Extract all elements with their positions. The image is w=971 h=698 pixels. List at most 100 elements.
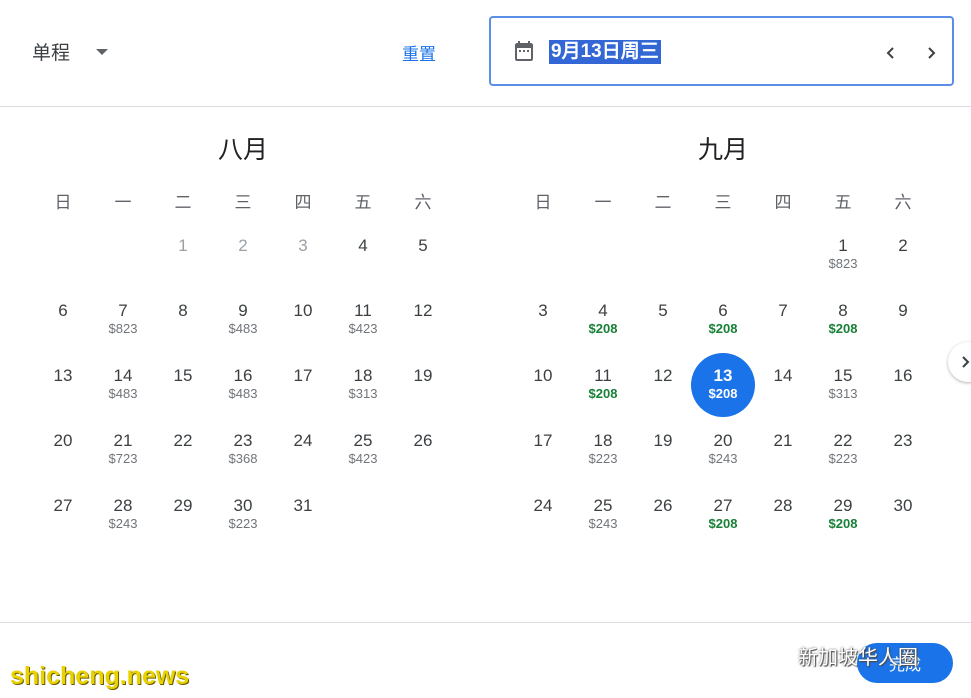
day-cell[interactable]: 27 $208: [693, 484, 753, 549]
day-cell[interactable]: 23 $368: [213, 419, 273, 484]
day-cell[interactable]: 18 $313: [333, 354, 393, 419]
day-cell[interactable]: 29: [153, 484, 213, 549]
day-cell[interactable]: 5: [633, 289, 693, 354]
day-cell[interactable]: 28: [753, 484, 813, 549]
day-number: 17: [533, 431, 553, 450]
weekday-label: 二: [174, 193, 192, 212]
day-cell[interactable]: 9: [873, 289, 933, 354]
day-cell[interactable]: 4 $208: [573, 289, 633, 354]
day-cell[interactable]: 19: [393, 354, 453, 419]
selected-date-text[interactable]: 9月13日周三: [549, 40, 661, 64]
day-number: 15: [833, 366, 853, 385]
empty-day-cell: [513, 224, 573, 289]
weekday-label: 五: [834, 193, 852, 212]
day-cell[interactable]: 15: [153, 354, 213, 419]
day-cell[interactable]: 19: [633, 419, 693, 484]
day-cell[interactable]: 27: [33, 484, 93, 549]
day-cell[interactable]: 10: [513, 354, 573, 419]
day-number: 10: [293, 301, 313, 320]
day-cell[interactable]: 21: [753, 419, 813, 484]
day-cell[interactable]: 21 $723: [93, 419, 153, 484]
day-cell[interactable]: 6 $208: [693, 289, 753, 354]
day-cell[interactable]: 15 $313: [813, 354, 873, 419]
day-number: 24: [293, 431, 313, 450]
day-cell[interactable]: 7 $823: [93, 289, 153, 354]
month-september: 九月 日 一 二 三 四 五 六 1 $823 2 3 4 $208 5 6 $208 7 8 $20…: [513, 130, 933, 549]
day-cell[interactable]: 17: [273, 354, 333, 419]
day-cell[interactable]: 11 $423: [333, 289, 393, 354]
day-cell[interactable]: 7: [753, 289, 813, 354]
chevron-left-icon: [886, 47, 894, 59]
trip-type-dropdown[interactable]: 单程: [32, 38, 109, 65]
day-cell[interactable]: 28 $243: [93, 484, 153, 549]
day-cell[interactable]: 18 $223: [573, 419, 633, 484]
day-cell[interactable]: 1 $823: [813, 224, 873, 289]
day-cell[interactable]: 31: [273, 484, 333, 549]
day-grid: 1 2 3 4 5 6 7 $823 8 9 $483 10 11 $423 12 13 14 $483 15 16 $…: [33, 224, 453, 549]
day-number: 23: [893, 431, 913, 450]
day-cell[interactable]: 10: [273, 289, 333, 354]
trip-type-label: 单程: [32, 43, 71, 64]
day-cell[interactable]: 14: [753, 354, 813, 419]
day-cell[interactable]: 29 $208: [813, 484, 873, 549]
day-number: 29: [173, 496, 193, 515]
day-number: 9: [238, 301, 248, 320]
month-title: 八月: [217, 136, 268, 164]
previous-date-button[interactable]: [876, 38, 906, 68]
day-cell[interactable]: 16 $483: [213, 354, 273, 419]
day-price: $243: [108, 516, 138, 531]
day-cell[interactable]: 20: [33, 419, 93, 484]
day-cell[interactable]: 16: [873, 354, 933, 419]
day-cell[interactable]: 9 $483: [213, 289, 273, 354]
next-month-button[interactable]: [948, 342, 971, 382]
watermark-left: shicheng.news: [10, 662, 190, 690]
day-cell[interactable]: 25 $243: [573, 484, 633, 549]
departure-date-field[interactable]: 9月13日周三: [489, 16, 954, 86]
next-date-button[interactable]: [916, 38, 946, 68]
day-number: 1: [838, 236, 848, 255]
day-cell[interactable]: 4: [333, 224, 393, 289]
day-cell[interactable]: 22: [153, 419, 213, 484]
day-cell[interactable]: 8: [153, 289, 213, 354]
chevron-right-icon: [928, 47, 936, 59]
day-cell[interactable]: 12: [393, 289, 453, 354]
day-price: $723: [108, 451, 138, 466]
day-cell[interactable]: 25 $423: [333, 419, 393, 484]
day-cell[interactable]: 17: [513, 419, 573, 484]
day-cell[interactable]: 8 $208: [813, 289, 873, 354]
day-cell[interactable]: 12: [633, 354, 693, 419]
day-price: $243: [588, 516, 618, 531]
day-cell[interactable]: 30 $223: [213, 484, 273, 549]
day-number: 12: [653, 366, 673, 385]
day-price: $208: [828, 321, 858, 336]
reset-button[interactable]: 重置: [402, 40, 436, 65]
day-number: 19: [413, 366, 433, 385]
day-cell[interactable]: 5: [393, 224, 453, 289]
day-cell[interactable]: 6: [33, 289, 93, 354]
day-number: 28: [113, 496, 133, 515]
day-cell[interactable]: 23: [873, 419, 933, 484]
day-number: 21: [773, 431, 793, 450]
day-cell[interactable]: 13: [33, 354, 93, 419]
day-number: 18: [353, 366, 373, 385]
day-grid: 1 $823 2 3 4 $208 5 6 $208 7 8 $208 9 10 11 $208 12 13 $20…: [513, 224, 933, 549]
day-cell[interactable]: 14 $483: [93, 354, 153, 419]
day-cell[interactable]: 3: [513, 289, 573, 354]
day-cell[interactable]: 26: [393, 419, 453, 484]
day-number: 2: [898, 236, 908, 255]
day-price: $368: [228, 451, 258, 466]
day-cell[interactable]: 30: [873, 484, 933, 549]
day-number: 28: [773, 496, 793, 515]
day-cell[interactable]: 11 $208: [573, 354, 633, 419]
day-cell[interactable]: 26: [633, 484, 693, 549]
day-cell[interactable]: 20 $243: [693, 419, 753, 484]
day-price: $483: [228, 386, 258, 401]
day-cell[interactable]: 2: [873, 224, 933, 289]
day-number: 29: [833, 496, 853, 515]
day-number: 26: [413, 431, 433, 450]
day-cell[interactable]: 24: [513, 484, 573, 549]
day-cell[interactable]: 13 $208: [691, 353, 755, 419]
day-cell[interactable]: 24: [273, 419, 333, 484]
day-cell[interactable]: 22 $223: [813, 419, 873, 484]
day-number: 25: [593, 496, 613, 515]
